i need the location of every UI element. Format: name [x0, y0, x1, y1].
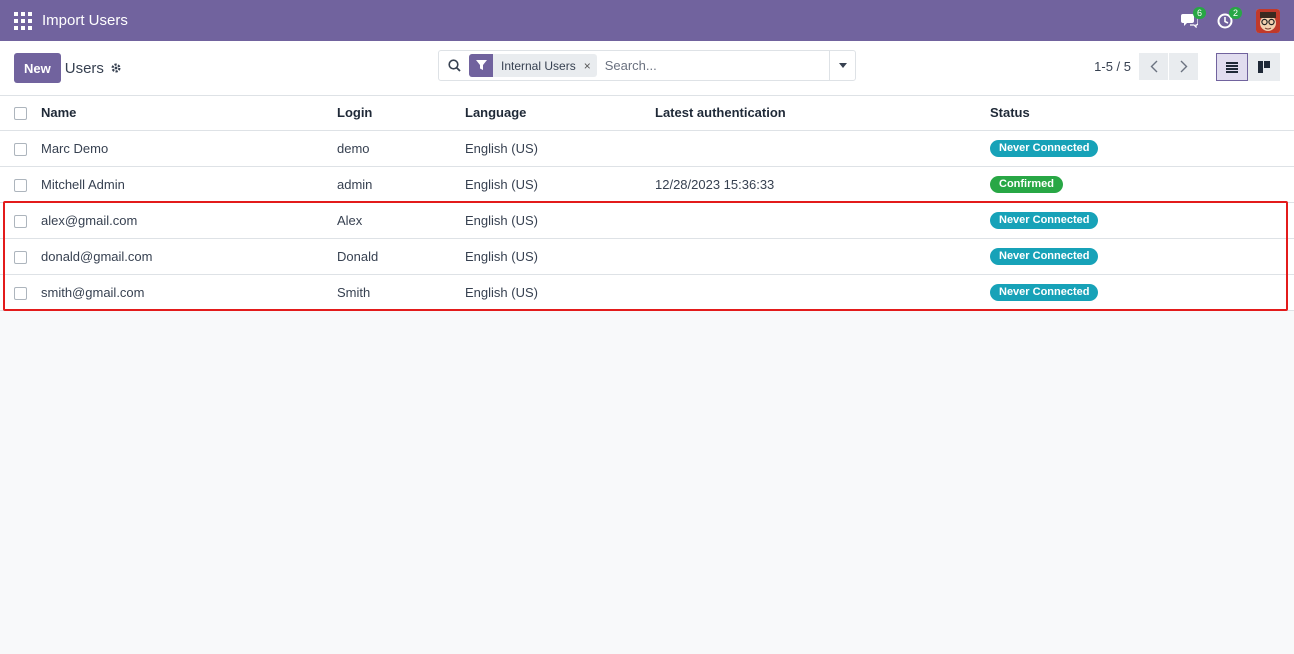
- table-header-row: Name Login Language Latest authenticatio…: [0, 96, 1294, 131]
- cell-language: English (US): [457, 238, 647, 275]
- control-panel: New Users Internal Users × 1-5 / 5: [0, 41, 1294, 96]
- cell-language: English (US): [457, 202, 647, 239]
- row-checkbox[interactable]: [14, 178, 27, 192]
- row-checkbox[interactable]: [14, 142, 27, 156]
- status-badge: Confirmed: [990, 176, 1063, 193]
- view-switcher: [1216, 53, 1280, 81]
- search-bar: Internal Users ×: [438, 50, 856, 81]
- caret-down-icon: [838, 63, 847, 68]
- table-row[interactable]: smith@gmail.com Smith English (US) Never…: [0, 274, 1294, 311]
- chat-icon[interactable]: 6: [1178, 6, 1206, 32]
- new-button[interactable]: New: [14, 53, 61, 83]
- apps-grid-icon[interactable]: [14, 11, 32, 30]
- breadcrumb-title: Users: [64, 59, 104, 77]
- table-row[interactable]: Marc Demo demo English (US) Never Connec…: [0, 130, 1294, 167]
- cell-login: Smith: [329, 274, 457, 311]
- users-table: Name Login Language Latest authenticatio…: [0, 96, 1294, 311]
- cell-name: alex@gmail.com: [33, 202, 329, 239]
- kanban-view-button[interactable]: [1248, 53, 1280, 81]
- row-checkbox[interactable]: [14, 286, 27, 300]
- select-all-checkbox[interactable]: [14, 107, 27, 121]
- filter-icon: [469, 54, 493, 77]
- cell-language: English (US): [457, 130, 647, 167]
- pager-next-button[interactable]: [1169, 53, 1198, 80]
- cell-latest-authentication: [647, 274, 982, 311]
- gear-icon[interactable]: [110, 62, 122, 74]
- cell-name: smith@gmail.com: [33, 274, 329, 311]
- pager: 1-5 / 5: [1094, 53, 1198, 80]
- status-badge: Never Connected: [990, 248, 1099, 265]
- top-navbar: Import Users 6 2: [0, 0, 1294, 41]
- user-avatar[interactable]: [1256, 8, 1280, 33]
- cell-name: Mitchell Admin: [33, 166, 329, 203]
- pager-previous-button[interactable]: [1139, 53, 1168, 80]
- search-options-toggle[interactable]: [829, 51, 855, 80]
- kanban-view-icon: [1258, 61, 1270, 73]
- cell-latest-authentication: [647, 202, 982, 239]
- search-icon[interactable]: [439, 51, 469, 80]
- cell-login: demo: [329, 130, 457, 167]
- cell-language: English (US): [457, 166, 647, 203]
- cell-login: Donald: [329, 238, 457, 275]
- chevron-left-icon: [1150, 60, 1157, 73]
- status-badge: Never Connected: [990, 212, 1099, 229]
- cell-login: admin: [329, 166, 457, 203]
- cell-language: English (US): [457, 274, 647, 311]
- column-header-name[interactable]: Name: [33, 96, 329, 131]
- table-row[interactable]: alex@gmail.com Alex English (US) Never C…: [0, 202, 1294, 239]
- status-badge: Never Connected: [990, 140, 1099, 157]
- table-row[interactable]: Mitchell Admin admin English (US) 12/28/…: [0, 166, 1294, 203]
- chevron-right-icon: [1180, 60, 1187, 73]
- messages-count-badge: 6: [1192, 6, 1206, 19]
- facet-remove-button[interactable]: ×: [584, 54, 597, 77]
- column-header-status[interactable]: Status: [982, 96, 1294, 131]
- search-input[interactable]: [596, 51, 829, 80]
- list-view-button[interactable]: [1216, 53, 1248, 81]
- cell-login: Alex: [329, 202, 457, 239]
- column-header-latest-authentication[interactable]: Latest authentication: [647, 96, 982, 131]
- search-facet: Internal Users ×: [469, 54, 597, 77]
- cell-latest-authentication: 12/28/2023 15:36:33: [647, 166, 982, 203]
- clock-icon[interactable]: 2: [1214, 6, 1242, 32]
- cell-name: Marc Demo: [33, 130, 329, 167]
- list-view-icon: [1226, 61, 1238, 73]
- row-checkbox[interactable]: [14, 214, 27, 228]
- app-title[interactable]: Import Users: [42, 12, 128, 29]
- status-badge: Never Connected: [990, 284, 1099, 301]
- row-checkbox[interactable]: [14, 250, 27, 264]
- pager-value[interactable]: 1-5 / 5: [1094, 59, 1131, 74]
- users-list: Name Login Language Latest authenticatio…: [0, 96, 1294, 311]
- table-row[interactable]: donald@gmail.com Donald English (US) Nev…: [0, 238, 1294, 275]
- column-header-login[interactable]: Login: [329, 96, 457, 131]
- cell-name: donald@gmail.com: [33, 238, 329, 275]
- facet-label: Internal Users: [501, 58, 576, 73]
- activities-count-badge: 2: [1228, 6, 1242, 19]
- cell-latest-authentication: [647, 130, 982, 167]
- breadcrumb: Users: [65, 60, 122, 77]
- cell-latest-authentication: [647, 238, 982, 275]
- column-header-language[interactable]: Language: [457, 96, 647, 131]
